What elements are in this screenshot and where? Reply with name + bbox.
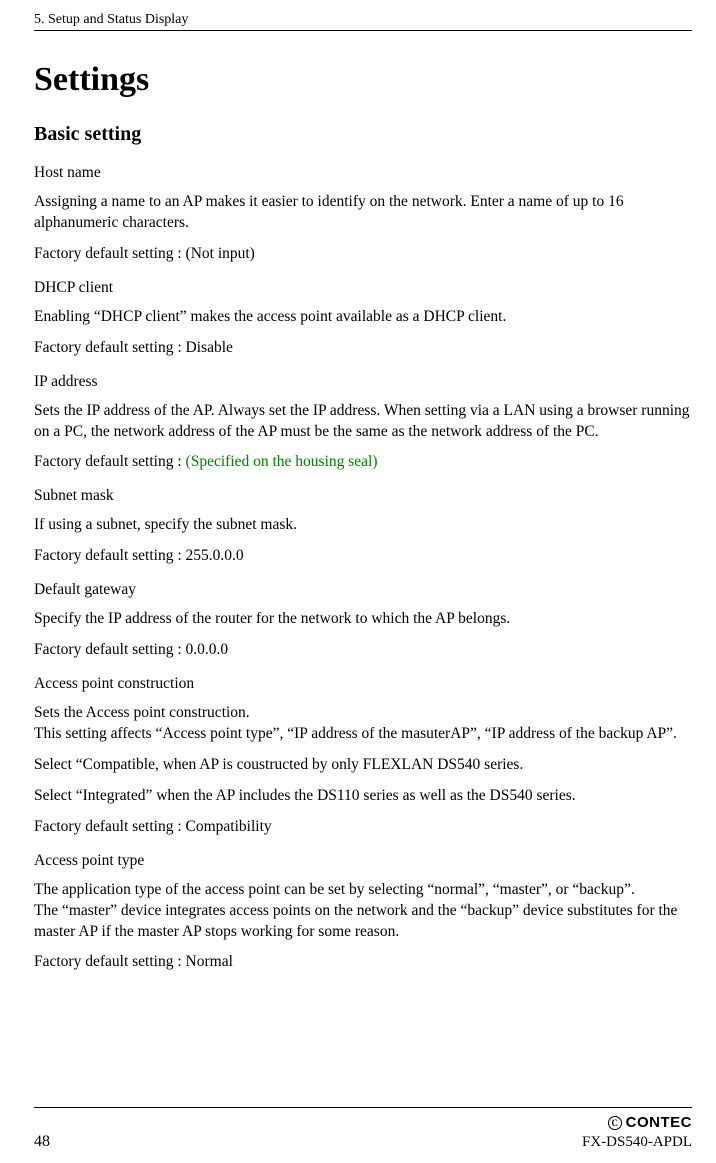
setting-default-value: 0.0.0.0 (186, 641, 229, 658)
setting-heading: Subnet mask (34, 487, 692, 505)
setting-heading: DHCP client (34, 279, 692, 297)
chapter-header: 5. Setup and Status Display (34, 12, 692, 31)
setting-default: Factory default setting : 255.0.0.0 (34, 546, 692, 567)
setting-paragraph: Sets the IP address of the AP. Always se… (34, 401, 692, 443)
setting-default: Factory default setting : Normal (34, 952, 692, 973)
setting-default: Factory default setting : (Not input) (34, 244, 692, 265)
setting-default: Factory default setting : 0.0.0.0 (34, 640, 692, 661)
setting-paragraph: Select “Compatible, when AP is coustruct… (34, 755, 692, 776)
setting-heading: Default gateway (34, 581, 692, 599)
setting-paragraph: Enabling “DHCP client” makes the access … (34, 307, 692, 328)
setting-paragraph: Sets the Access point construction.This … (34, 703, 692, 745)
page-footer: C CONTEC 48 FX-DS540-APDL (34, 1107, 692, 1151)
setting-default-value: (Specified on the housing seal) (186, 453, 378, 470)
setting-paragraph: The application type of the access point… (34, 880, 692, 943)
brand-text: CONTEC (626, 1114, 692, 1131)
section-title: Basic setting (34, 123, 692, 146)
setting-default-value: Normal (186, 953, 233, 970)
setting-default-value: Compatibility (186, 818, 272, 835)
setting-paragraph: Assigning a name to an AP makes it easie… (34, 192, 692, 234)
setting-default: Factory default setting : Compatibility (34, 817, 692, 838)
model-number: FX-DS540-APDL (582, 1134, 692, 1151)
setting-paragraph: If using a subnet, specify the subnet ma… (34, 515, 692, 536)
content-body: Host name Assigning a name to an AP makes… (34, 164, 692, 973)
brand-icon: C (608, 1116, 622, 1130)
setting-default-value: 255.0.0.0 (186, 547, 244, 564)
setting-paragraph: Select “Integrated” when the AP includes… (34, 786, 692, 807)
setting-default: Factory default setting : (Specified on … (34, 452, 692, 473)
page-number: 48 (34, 1133, 50, 1151)
setting-default-value: Disable (186, 339, 233, 356)
setting-heading: Access point type (34, 852, 692, 870)
setting-heading: Access point construction (34, 675, 692, 693)
setting-default: Factory default setting : Disable (34, 338, 692, 359)
setting-heading: Host name (34, 164, 692, 182)
setting-heading: IP address (34, 373, 692, 391)
setting-paragraph: Specify the IP address of the router for… (34, 609, 692, 630)
setting-default-value: (Not input) (186, 245, 255, 262)
page-title: Settings (34, 61, 692, 99)
